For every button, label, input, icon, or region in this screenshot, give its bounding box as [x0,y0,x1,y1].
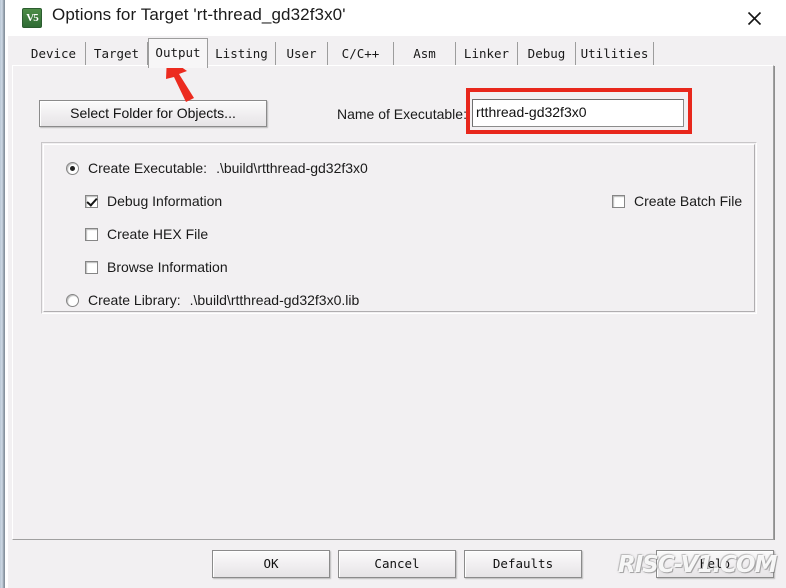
close-icon[interactable] [734,4,774,32]
tab-debug[interactable]: Debug [518,42,576,66]
tab-user[interactable]: User [276,42,328,66]
create-hex-file-checkbox[interactable]: Create HEX File [85,226,208,242]
uvision-icon: V5 [22,8,42,28]
create-batch-file-checkbox[interactable]: Create Batch File [612,193,742,209]
create-batch-file-label: Create Batch File [634,193,743,209]
output-options-groupbox: Create Executable: .\build\rtthread-gd32… [41,142,757,314]
create-executable-label: Create Executable: [88,160,208,176]
output-tab-panel: Select Folder for Objects... Name of Exe… [12,65,774,540]
create-library-path: .\build\rtthread-gd32f3x0.lib [189,292,360,308]
create-executable-path: .\build\rtthread-gd32f3x0 [216,160,368,176]
tab-listing[interactable]: Listing [208,42,276,66]
options-dialog-window: V5 Options for Target 'rt-thread_gd32f3x… [0,0,786,588]
tab-strip: Device Target Output Listing User C/C++ … [8,36,786,68]
browse-information-label: Browse Information [107,259,228,275]
create-executable-radio[interactable]: Create Executable: .\build\rtthread-gd32… [66,160,368,176]
radio-indicator-create-library [66,293,79,307]
title-bar: V5 Options for Target 'rt-thread_gd32f3x… [8,0,786,36]
browse-information-checkbox[interactable]: Browse Information [85,259,228,275]
tab-device[interactable]: Device [22,42,86,66]
create-library-label: Create Library: [88,292,181,308]
ok-button[interactable]: OK [212,550,330,578]
create-library-radio[interactable]: Create Library: .\build\rtthread-gd32f3x… [66,292,359,308]
select-folder-for-objects-button[interactable]: Select Folder for Objects... [39,100,267,127]
checkbox-indicator-create-hex-file [85,227,98,241]
help-button[interactable]: Help [656,550,774,578]
checkbox-indicator-debug-information [85,194,98,208]
tab-output[interactable]: Output [148,38,208,68]
tab-linker[interactable]: Linker [456,42,518,66]
checkbox-indicator-browse-information [85,260,98,274]
cancel-button[interactable]: Cancel [338,550,456,578]
tab-target[interactable]: Target [86,42,148,66]
page-title: Options for Target 'rt-thread_gd32f3x0' [52,5,346,24]
debug-information-label: Debug Information [107,193,223,209]
tab-utilities[interactable]: Utilities [576,42,654,66]
checkbox-indicator-create-batch-file [612,194,625,208]
defaults-button[interactable]: Defaults [464,550,582,578]
create-hex-file-label: Create HEX File [107,226,209,242]
executable-name-input[interactable]: rtthread-gd32f3x0 [472,99,684,127]
tab-asm[interactable]: Asm [394,42,456,66]
name-of-executable-label: Name of Executable: [337,106,467,122]
window-left-inner-border [5,0,8,588]
radio-indicator-create-executable [66,161,79,175]
uvision-icon-glyph: V5 [26,12,38,24]
debug-information-checkbox[interactable]: Debug Information [85,193,222,209]
dialog-button-bar: OK Cancel Defaults Help [8,540,786,588]
tab-c-cpp[interactable]: C/C++ [328,42,394,66]
